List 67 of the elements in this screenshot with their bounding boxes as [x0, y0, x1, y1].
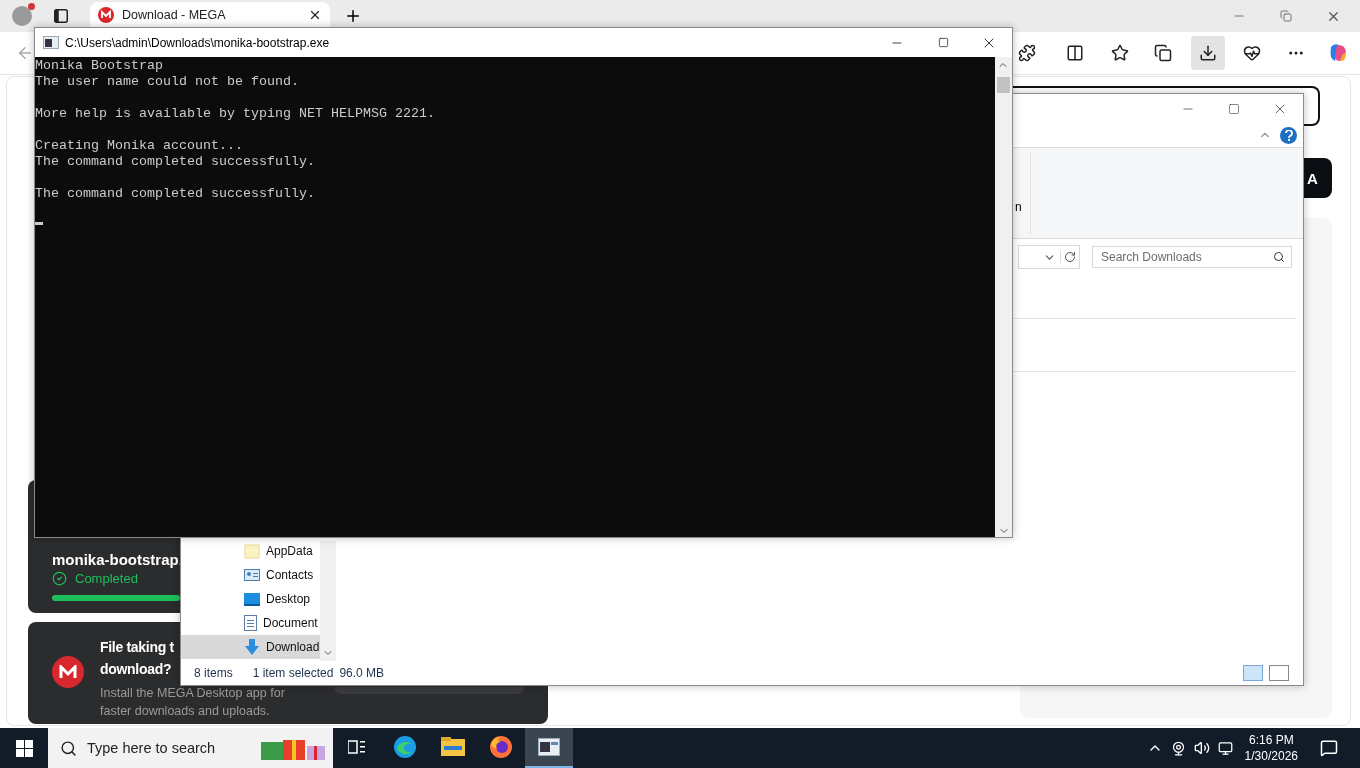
split-screen-icon[interactable] [1066, 44, 1084, 62]
taskbar-app-button[interactable] [525, 728, 573, 768]
console-line: The command completed successfully. [35, 186, 316, 202]
scrollbar[interactable] [320, 541, 336, 661]
task-view-icon [348, 739, 366, 755]
extensions-icon[interactable] [1018, 44, 1036, 62]
selection-info: 1 item selected [252, 666, 334, 680]
maximize-icon[interactable] [1228, 102, 1240, 115]
promo-title: File taking t download? [100, 638, 174, 679]
item-count: 8 items [194, 666, 233, 680]
mega-logo-icon [98, 6, 114, 23]
check-circle-icon [52, 571, 67, 586]
downloads-icon[interactable] [1199, 44, 1217, 62]
new-tab-icon[interactable] [344, 7, 362, 25]
console-window-icon [43, 36, 59, 49]
mega-logo-icon [52, 656, 84, 688]
console-line: The command completed successfully. [35, 154, 316, 170]
tiles-view-icon[interactable] [1269, 665, 1289, 681]
dark-button[interactable]: A [1304, 158, 1332, 198]
nav-item[interactable]: AppData [181, 539, 320, 563]
console-line: Creating Monika account... [35, 138, 244, 154]
favorites-icon[interactable] [1111, 44, 1129, 62]
browser-tab[interactable]: Download - MEGA [90, 2, 330, 27]
file-name: monika-bootstrap. [52, 551, 183, 568]
download-arrow-icon [244, 639, 260, 655]
search-field[interactable]: Search Downloads [1092, 246, 1292, 268]
collections-icon[interactable] [1154, 44, 1172, 62]
download-status: Completed [75, 571, 138, 586]
folder-icon [244, 543, 260, 559]
webcam-icon[interactable] [1170, 740, 1186, 756]
desktop-icon [244, 592, 260, 606]
maximize-icon[interactable] [937, 37, 949, 48]
console-line: Monika Bootstrap [35, 58, 164, 74]
edge-icon [393, 735, 417, 759]
network-icon[interactable] [1217, 740, 1233, 756]
taskbar-search-field[interactable]: Type here to search [48, 728, 333, 768]
document-icon [244, 615, 257, 631]
help-icon[interactable] [1280, 126, 1297, 144]
windows-logo-icon [15, 739, 33, 757]
profile-avatar[interactable] [12, 6, 32, 26]
selection-size: 96.0 MB [339, 666, 385, 680]
address-bar[interactable] [1018, 245, 1080, 269]
console-line: More help is available by typing NET HELPMSG 2221. [35, 106, 436, 122]
nav-item[interactable]: Download [181, 635, 320, 659]
clock[interactable]: 6:16 PM 1/30/2026 [1244, 732, 1298, 764]
search-icon [60, 739, 77, 757]
search-icon [1273, 251, 1285, 263]
console-line: The user name could not be found. [35, 74, 300, 90]
nav-item[interactable]: Document [181, 611, 320, 635]
copilot-icon[interactable] [1328, 43, 1348, 63]
volume-icon[interactable] [1193, 740, 1210, 756]
folder-icon [441, 737, 465, 757]
firefox-icon [489, 735, 513, 759]
scrollbar[interactable] [995, 57, 1012, 537]
contact-card-icon [244, 568, 260, 582]
restore-icon[interactable] [1280, 10, 1292, 22]
scroll-thumb[interactable] [997, 77, 1010, 93]
promo-text: Install the MEGA Desktop app for faster downloads and uploads. [100, 685, 285, 720]
ribbon-label: n [1015, 200, 1022, 214]
notifications-icon[interactable] [1320, 739, 1338, 757]
heart-pulse-icon[interactable] [1243, 44, 1261, 62]
text-cursor [35, 222, 43, 225]
nav-item[interactable]: Contacts [181, 563, 320, 587]
window-title: C:\Users\admin\Downloads\monika-bootstrap.exe [65, 35, 331, 50]
nav-item[interactable]: Desktop [181, 587, 320, 611]
console-window-icon [538, 738, 560, 756]
tab-actions-icon[interactable] [54, 9, 68, 23]
